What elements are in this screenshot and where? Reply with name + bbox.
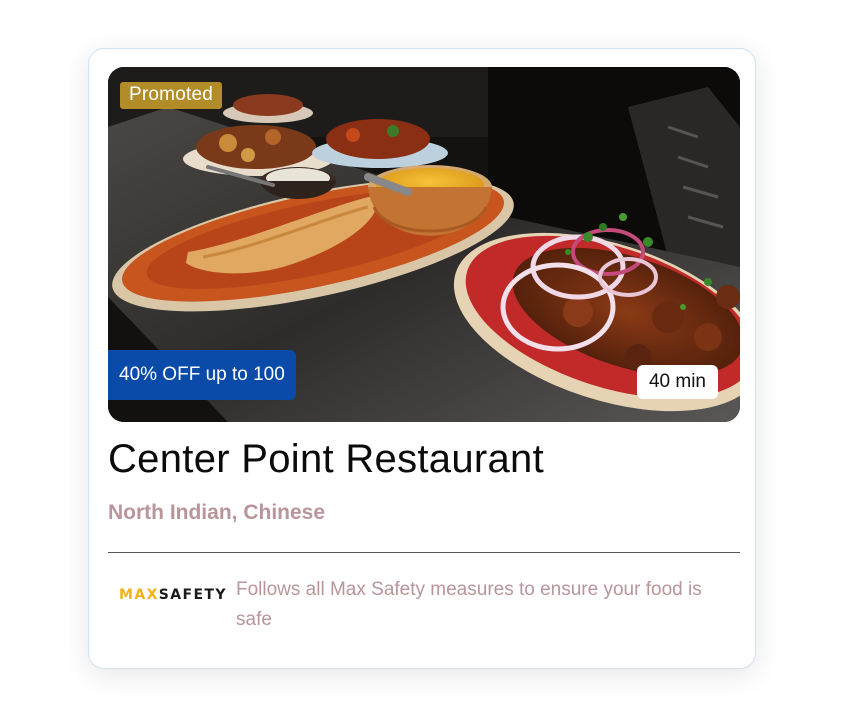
restaurant-photo[interactable]: Promoted 40% OFF up to 100 40 min [108, 67, 740, 422]
logo-max-text: MAX [119, 587, 159, 603]
logo-safety-text: SAFETY [158, 587, 227, 603]
safety-message: Follows all Max Safety measures to ensur… [236, 579, 702, 630]
restaurant-name[interactable]: Center Point Restaurant [108, 437, 544, 482]
offer-badge: 40% OFF up to 100 [108, 350, 296, 400]
cuisine-list: North Indian, Chinese [108, 501, 326, 524]
delivery-time-badge: 40 min [636, 365, 718, 399]
restaurant-card[interactable]: Promoted 40% OFF up to 100 40 min Center… [88, 48, 756, 669]
divider [108, 552, 740, 553]
promoted-badge: Promoted [120, 82, 222, 109]
max-safety-logo: MAXSAFETY [119, 587, 227, 603]
